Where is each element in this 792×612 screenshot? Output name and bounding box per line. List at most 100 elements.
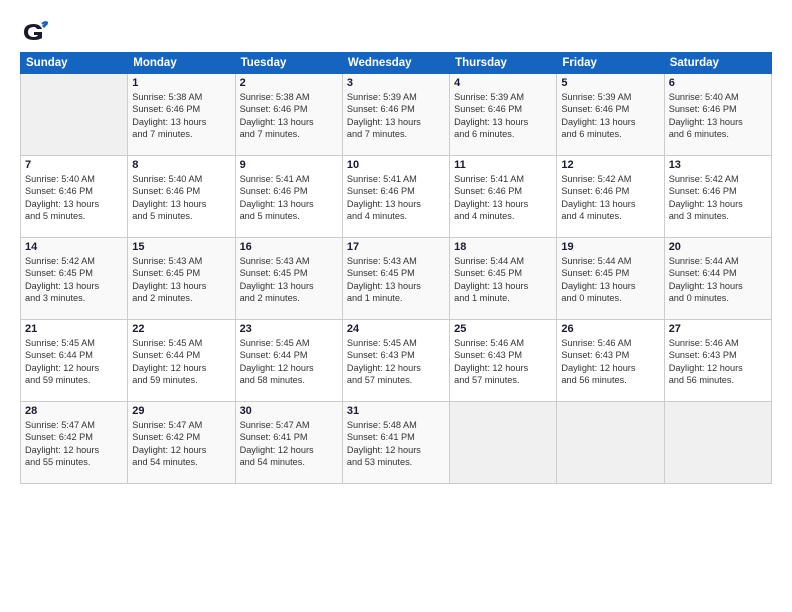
- day-info: Sunrise: 5:46 AM Sunset: 6:43 PM Dayligh…: [669, 337, 767, 387]
- table-row: [21, 74, 128, 156]
- table-row: 10 Sunrise: 5:41 AM Sunset: 6:46 PM Dayli…: [342, 156, 449, 238]
- day-info: Sunrise: 5:40 AM Sunset: 6:46 PM Dayligh…: [132, 173, 230, 223]
- day-info: Sunrise: 5:45 AM Sunset: 6:44 PM Dayligh…: [132, 337, 230, 387]
- day-info: Sunrise: 5:44 AM Sunset: 6:45 PM Dayligh…: [454, 255, 552, 305]
- table-row: [450, 402, 557, 484]
- day-info: Sunrise: 5:43 AM Sunset: 6:45 PM Dayligh…: [240, 255, 338, 305]
- day-number: 24: [347, 323, 445, 335]
- table-row: 16 Sunrise: 5:43 AM Sunset: 6:45 PM Dayli…: [235, 238, 342, 320]
- col-header-thursday: Thursday: [450, 53, 557, 74]
- day-number: 11: [454, 159, 552, 171]
- day-info: Sunrise: 5:46 AM Sunset: 6:43 PM Dayligh…: [454, 337, 552, 387]
- table-row: 30 Sunrise: 5:47 AM Sunset: 6:41 PM Dayli…: [235, 402, 342, 484]
- col-header-saturday: Saturday: [664, 53, 771, 74]
- day-info: Sunrise: 5:47 AM Sunset: 6:41 PM Dayligh…: [240, 419, 338, 469]
- day-info: Sunrise: 5:41 AM Sunset: 6:46 PM Dayligh…: [347, 173, 445, 223]
- day-number: 23: [240, 323, 338, 335]
- table-row: 28 Sunrise: 5:47 AM Sunset: 6:42 PM Dayli…: [21, 402, 128, 484]
- day-info: Sunrise: 5:46 AM Sunset: 6:43 PM Dayligh…: [561, 337, 659, 387]
- col-header-monday: Monday: [128, 53, 235, 74]
- day-number: 17: [347, 241, 445, 253]
- table-row: 18 Sunrise: 5:44 AM Sunset: 6:45 PM Dayli…: [450, 238, 557, 320]
- logo: [20, 18, 52, 46]
- table-row: 31Sunrise: 5:48 AM Sunset: 6:41 PM Dayli…: [342, 402, 449, 484]
- table-row: 4 Sunrise: 5:39 AM Sunset: 6:46 PM Daylig…: [450, 74, 557, 156]
- day-number: 12: [561, 159, 659, 171]
- day-number: 14: [25, 241, 123, 253]
- col-header-wednesday: Wednesday: [342, 53, 449, 74]
- table-row: 5 Sunrise: 5:39 AM Sunset: 6:46 PM Daylig…: [557, 74, 664, 156]
- day-number: 10: [347, 159, 445, 171]
- day-info: Sunrise: 5:45 AM Sunset: 6:44 PM Dayligh…: [25, 337, 123, 387]
- day-number: 25: [454, 323, 552, 335]
- day-number: 9: [240, 159, 338, 171]
- day-number: 3: [347, 77, 445, 89]
- table-row: 25 Sunrise: 5:46 AM Sunset: 6:43 PM Dayli…: [450, 320, 557, 402]
- table-row: 24 Sunrise: 5:45 AM Sunset: 6:43 PM Dayli…: [342, 320, 449, 402]
- day-info: Sunrise: 5:39 AM Sunset: 6:46 PM Dayligh…: [561, 91, 659, 141]
- day-number: 2: [240, 77, 338, 89]
- day-info: Sunrise: 5:38 AM Sunset: 6:46 PM Dayligh…: [240, 91, 338, 141]
- day-number: 27: [669, 323, 767, 335]
- col-header-friday: Friday: [557, 53, 664, 74]
- day-number: 5: [561, 77, 659, 89]
- table-row: 19 Sunrise: 5:44 AM Sunset: 6:45 PM Dayli…: [557, 238, 664, 320]
- day-info: Sunrise: 5:48 AM Sunset: 6:41 PM Dayligh…: [347, 419, 445, 469]
- table-row: 2 Sunrise: 5:38 AM Sunset: 6:46 PM Daylig…: [235, 74, 342, 156]
- day-number: 13: [669, 159, 767, 171]
- day-number: 26: [561, 323, 659, 335]
- day-info: Sunrise: 5:40 AM Sunset: 6:46 PM Dayligh…: [25, 173, 123, 223]
- day-info: Sunrise: 5:43 AM Sunset: 6:45 PM Dayligh…: [132, 255, 230, 305]
- day-info: Sunrise: 5:41 AM Sunset: 6:46 PM Dayligh…: [240, 173, 338, 223]
- day-info: Sunrise: 5:39 AM Sunset: 6:46 PM Dayligh…: [347, 91, 445, 141]
- table-row: 1Sunrise: 5:38 AM Sunset: 6:46 PM Daylig…: [128, 74, 235, 156]
- day-number: 15: [132, 241, 230, 253]
- table-row: 11 Sunrise: 5:41 AM Sunset: 6:46 PM Dayli…: [450, 156, 557, 238]
- day-info: Sunrise: 5:45 AM Sunset: 6:43 PM Dayligh…: [347, 337, 445, 387]
- day-info: Sunrise: 5:43 AM Sunset: 6:45 PM Dayligh…: [347, 255, 445, 305]
- day-info: Sunrise: 5:47 AM Sunset: 6:42 PM Dayligh…: [132, 419, 230, 469]
- day-number: 30: [240, 405, 338, 417]
- day-number: 28: [25, 405, 123, 417]
- day-number: 1: [132, 77, 230, 89]
- table-row: 6 Sunrise: 5:40 AM Sunset: 6:46 PM Daylig…: [664, 74, 771, 156]
- table-row: [557, 402, 664, 484]
- table-row: 21 Sunrise: 5:45 AM Sunset: 6:44 PM Dayli…: [21, 320, 128, 402]
- day-info: Sunrise: 5:42 AM Sunset: 6:45 PM Dayligh…: [25, 255, 123, 305]
- day-number: 20: [669, 241, 767, 253]
- day-info: Sunrise: 5:39 AM Sunset: 6:46 PM Dayligh…: [454, 91, 552, 141]
- day-info: Sunrise: 5:44 AM Sunset: 6:44 PM Dayligh…: [669, 255, 767, 305]
- day-number: 4: [454, 77, 552, 89]
- table-row: 13 Sunrise: 5:42 AM Sunset: 6:46 PM Dayli…: [664, 156, 771, 238]
- day-info: Sunrise: 5:47 AM Sunset: 6:42 PM Dayligh…: [25, 419, 123, 469]
- day-number: 16: [240, 241, 338, 253]
- calendar-table: SundayMondayTuesdayWednesdayThursdayFrid…: [20, 52, 772, 484]
- day-info: Sunrise: 5:42 AM Sunset: 6:46 PM Dayligh…: [669, 173, 767, 223]
- day-number: 7: [25, 159, 123, 171]
- table-row: 9 Sunrise: 5:41 AM Sunset: 6:46 PM Daylig…: [235, 156, 342, 238]
- table-row: 20 Sunrise: 5:44 AM Sunset: 6:44 PM Dayli…: [664, 238, 771, 320]
- table-row: 29 Sunrise: 5:47 AM Sunset: 6:42 PM Dayli…: [128, 402, 235, 484]
- day-info: Sunrise: 5:45 AM Sunset: 6:44 PM Dayligh…: [240, 337, 338, 387]
- day-number: 21: [25, 323, 123, 335]
- day-number: 6: [669, 77, 767, 89]
- day-info: Sunrise: 5:42 AM Sunset: 6:46 PM Dayligh…: [561, 173, 659, 223]
- table-row: 17 Sunrise: 5:43 AM Sunset: 6:45 PM Dayli…: [342, 238, 449, 320]
- table-row: [664, 402, 771, 484]
- table-row: 12 Sunrise: 5:42 AM Sunset: 6:46 PM Dayli…: [557, 156, 664, 238]
- day-info: Sunrise: 5:44 AM Sunset: 6:45 PM Dayligh…: [561, 255, 659, 305]
- day-info: Sunrise: 5:40 AM Sunset: 6:46 PM Dayligh…: [669, 91, 767, 141]
- table-row: 15 Sunrise: 5:43 AM Sunset: 6:45 PM Dayli…: [128, 238, 235, 320]
- table-row: 3 Sunrise: 5:39 AM Sunset: 6:46 PM Daylig…: [342, 74, 449, 156]
- table-row: 7 Sunrise: 5:40 AM Sunset: 6:46 PM Daylig…: [21, 156, 128, 238]
- table-row: 22 Sunrise: 5:45 AM Sunset: 6:44 PM Dayli…: [128, 320, 235, 402]
- table-row: 8Sunrise: 5:40 AM Sunset: 6:46 PM Daylig…: [128, 156, 235, 238]
- table-row: 27 Sunrise: 5:46 AM Sunset: 6:43 PM Dayli…: [664, 320, 771, 402]
- day-number: 29: [132, 405, 230, 417]
- day-info: Sunrise: 5:41 AM Sunset: 6:46 PM Dayligh…: [454, 173, 552, 223]
- col-header-tuesday: Tuesday: [235, 53, 342, 74]
- day-number: 18: [454, 241, 552, 253]
- day-number: 22: [132, 323, 230, 335]
- day-number: 19: [561, 241, 659, 253]
- table-row: 23 Sunrise: 5:45 AM Sunset: 6:44 PM Dayli…: [235, 320, 342, 402]
